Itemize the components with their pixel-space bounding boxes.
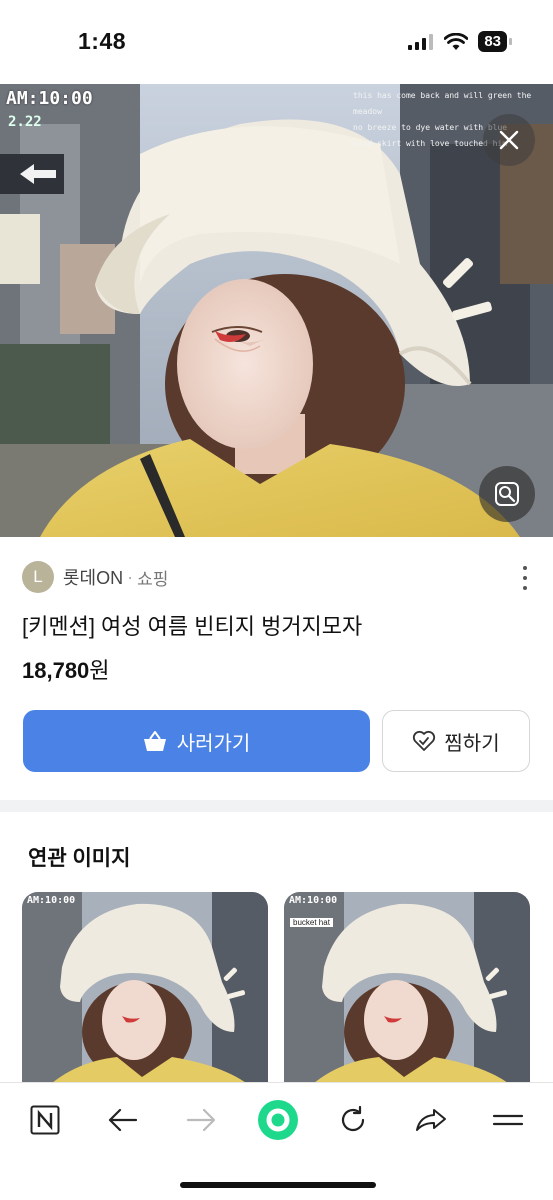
wishlist-button-label: 찜하기 [444, 732, 500, 755]
product-title[interactable]: [키멘션] 여성 여름 빈티지 벙거지모자 [22, 609, 362, 641]
back-button[interactable] [103, 1100, 143, 1140]
wishlist-button[interactable]: 찜하기 [382, 710, 530, 772]
cellular-signal-icon [408, 33, 434, 50]
related-images-title: 연관 이미지 [28, 847, 131, 870]
menu-button[interactable] [488, 1100, 528, 1140]
caption-line: this has come back and will green the me… [353, 91, 532, 116]
status-icons: 83 [408, 31, 512, 52]
arrow-left-icon [108, 1108, 138, 1132]
photo-overlay-date: 2.22 [8, 114, 42, 130]
naver-n-icon [30, 1105, 60, 1135]
forward-button[interactable] [181, 1100, 221, 1140]
product-price: 18,780원 [22, 653, 110, 685]
buy-button-label: 사러가기 [176, 732, 251, 755]
green-dot-button[interactable] [255, 1097, 301, 1143]
more-options-button[interactable] [515, 566, 535, 590]
photo-overlay-time: AM:10:00 [6, 88, 93, 109]
more-dot-icon [523, 566, 527, 570]
share-arrow-icon [416, 1109, 446, 1131]
store-logo: L [22, 561, 54, 593]
price-value: 18,780 [22, 658, 90, 683]
product-image[interactable]: AM:10:00 2.22 this has come back and wil… [0, 84, 553, 537]
home-indicator [180, 1182, 376, 1188]
more-dot-icon [523, 586, 527, 590]
related-image-2[interactable]: AM:10:00 bucket hat [284, 892, 530, 1092]
more-dot-icon [523, 576, 527, 580]
buy-button[interactable]: 사러가기 [23, 710, 370, 772]
wifi-icon [444, 32, 469, 50]
shopping-basket-icon [143, 731, 166, 751]
close-icon [499, 130, 519, 150]
related-overlay-time: AM:10:00 [27, 895, 76, 906]
green-dot-icon [258, 1100, 298, 1140]
related-photo [22, 892, 268, 1092]
store-category: 쇼핑 [137, 569, 169, 589]
status-bar: 1:48 83 [0, 0, 553, 84]
store-name[interactable]: 롯데ON [63, 564, 123, 590]
store-info[interactable]: L 롯데ON · 쇼핑 [22, 561, 168, 593]
hamburger-menu-icon [492, 1114, 524, 1126]
price-currency: 원 [89, 658, 110, 683]
image-search-button[interactable] [479, 466, 535, 522]
naver-home-button[interactable] [25, 1100, 65, 1140]
section-divider [0, 800, 553, 812]
refresh-icon [341, 1105, 365, 1132]
refresh-button[interactable] [333, 1100, 373, 1140]
share-button[interactable] [411, 1100, 451, 1140]
status-time: 1:48 [78, 28, 127, 54]
battery-indicator: 83 [478, 31, 512, 52]
heart-check-icon [413, 730, 436, 751]
arrow-right-icon [186, 1108, 216, 1132]
related-overlay-time: AM:10:00 [289, 895, 338, 906]
related-overlay-tag: bucket hat [290, 918, 333, 927]
store-separator: · [127, 566, 134, 587]
image-search-icon [495, 482, 519, 506]
related-image-1[interactable]: AM:10:00 [22, 892, 268, 1092]
close-button[interactable] [483, 114, 535, 166]
